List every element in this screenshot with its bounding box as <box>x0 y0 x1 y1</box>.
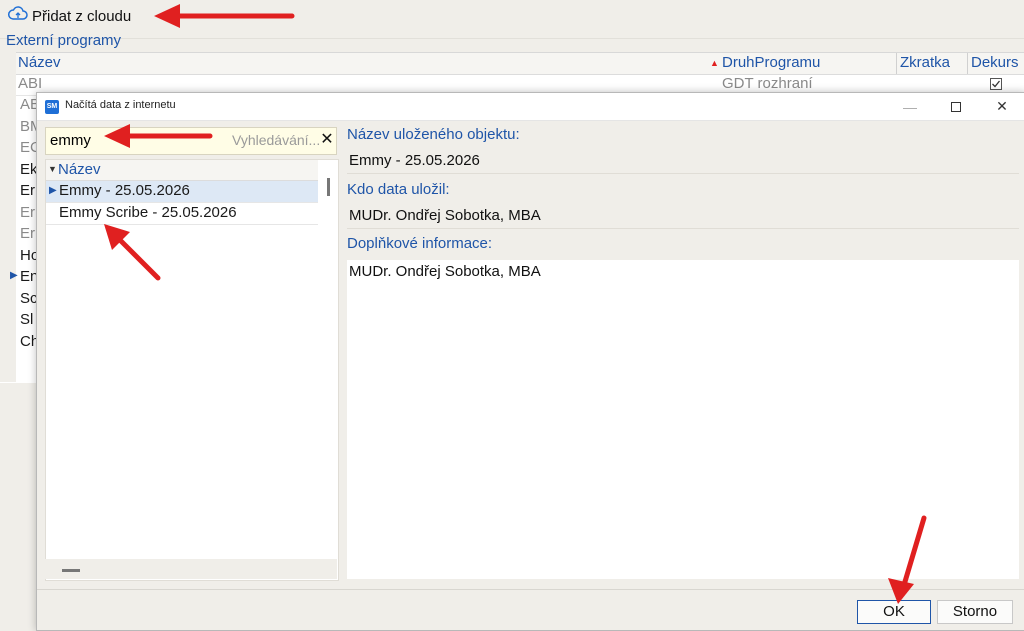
dialog-titlebar[interactable]: SM Načítá data z internetu — ✕ <box>37 93 1024 121</box>
cancel-button[interactable]: Storno <box>937 600 1013 624</box>
footer-divider <box>37 589 1024 590</box>
horizontal-scrollbar[interactable] <box>62 569 80 572</box>
saved-by-field[interactable]: MUDr. Ondřej Sobotka, MBA <box>347 204 1019 229</box>
maximize-icon[interactable] <box>933 93 979 120</box>
row-type: GDT rozhraní <box>722 75 813 92</box>
current-row-icon: ▶ <box>10 270 18 281</box>
row-name: Er <box>20 204 35 221</box>
saved-by-label: Kdo data uložil: <box>347 181 450 198</box>
add-from-cloud-button[interactable]: Přidat z cloudu <box>8 6 131 26</box>
additional-info-field[interactable]: MUDr. Ondřej Sobotka, MBA <box>347 260 1019 579</box>
results-list: ▼ Název ▶ Emmy - 25.05.2026 Emmy Scribe … <box>45 159 339 581</box>
list-item[interactable]: Emmy Scribe - 25.05.2026 <box>46 203 318 225</box>
sort-up-icon: ▲ <box>710 58 719 68</box>
sort-down-icon: ▼ <box>48 164 57 174</box>
main-toolbar <box>0 0 1024 39</box>
app-icon: SM <box>45 100 59 114</box>
cloud-upload-icon <box>8 6 28 26</box>
column-header-program-type[interactable]: DruhProgramu <box>722 54 820 71</box>
vertical-scrollbar[interactable] <box>327 178 330 196</box>
clear-search-icon[interactable]: ✕ <box>319 129 335 151</box>
list-item-label: Emmy - 25.05.2026 <box>59 182 190 199</box>
row-selector-strip <box>0 52 16 382</box>
row-name: Ek <box>20 161 38 178</box>
additional-info-value: MUDr. Ondřej Sobotka, MBA <box>349 263 541 280</box>
additional-info-label: Doplňkové informace: <box>347 235 493 252</box>
object-name-label: Název uloženého objektu: <box>347 126 520 143</box>
section-title: Externí programy <box>6 32 122 49</box>
list-item[interactable]: ▶ Emmy - 25.05.2026 <box>46 181 318 203</box>
row-name: Er <box>20 182 35 199</box>
object-name-value: Emmy - 25.05.2026 <box>349 152 480 169</box>
column-header-dekurs[interactable]: Dekurs <box>971 54 1019 71</box>
row-name: Sl <box>20 311 34 328</box>
dialog-title: Načítá data z internetu <box>65 99 176 111</box>
current-row-icon: ▶ <box>49 185 57 196</box>
list-item-label: Emmy Scribe - 25.05.2026 <box>59 204 237 221</box>
saved-by-value: MUDr. Ondřej Sobotka, MBA <box>349 207 541 224</box>
ok-button[interactable]: OK <box>857 600 931 624</box>
object-name-field[interactable]: Emmy - 25.05.2026 <box>347 149 1019 174</box>
search-input[interactable] <box>48 130 222 150</box>
column-header-shortcut[interactable]: Zkratka <box>900 54 950 71</box>
row-name: Er <box>20 225 35 242</box>
list-column-name: Název <box>58 161 101 178</box>
search-box: Vyhledávání... <box>45 127 337 155</box>
grid-header: ▼ Název ▲ DruhProgramu Zkratka Dekurs <box>0 53 1024 75</box>
search-placeholder: Vyhledávání... <box>232 132 321 148</box>
row-name: ABI <box>18 75 43 92</box>
cloud-download-dialog: SM Načítá data z internetu — ✕ Vyhledává… <box>36 92 1024 631</box>
list-header[interactable]: ▼ Název <box>46 160 318 181</box>
horizontal-scroll-area <box>45 559 337 579</box>
minimize-icon[interactable]: — <box>887 93 933 120</box>
column-header-name[interactable]: Název <box>18 54 61 71</box>
add-from-cloud-label: Přidat z cloudu <box>32 7 132 25</box>
close-icon[interactable]: ✕ <box>979 93 1024 120</box>
row-name: Sc <box>20 290 38 307</box>
